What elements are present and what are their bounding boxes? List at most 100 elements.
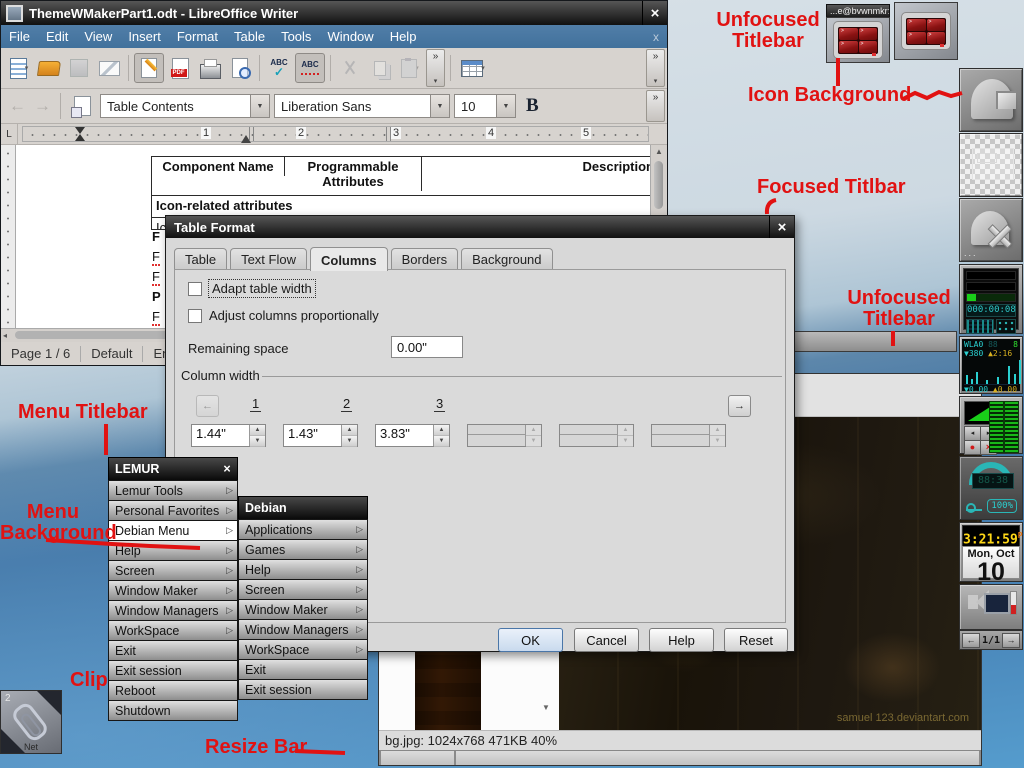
table-dropdown-icon[interactable]: ▾ xyxy=(481,64,485,72)
submenu-item-exit-session[interactable]: Exit session xyxy=(238,679,368,700)
menu-insert[interactable]: Insert xyxy=(120,29,169,44)
clip-next-arrow[interactable] xyxy=(37,691,61,715)
scroll-up-icon[interactable]: ▲ xyxy=(651,145,667,159)
menu-window[interactable]: Window xyxy=(319,29,381,44)
menu-tools[interactable]: Tools xyxy=(273,29,319,44)
column-divider-marker[interactable] xyxy=(249,127,254,141)
menu-item-window-maker[interactable]: Window Maker▷ xyxy=(108,580,238,601)
menu-close-icon[interactable]: × xyxy=(217,462,237,476)
dockapp-av-control[interactable] xyxy=(959,584,1023,630)
submenu-item-exit[interactable]: Exit xyxy=(238,659,368,680)
record-button[interactable]: ● xyxy=(964,440,981,455)
open-button[interactable] xyxy=(35,54,63,82)
toolbar-overflow-button-3[interactable]: » xyxy=(646,90,665,122)
vertical-ruler[interactable] xyxy=(1,145,16,328)
combo-arrow-icon[interactable]: ▼ xyxy=(250,95,269,117)
menu-item-window-managers[interactable]: Window Managers▷ xyxy=(108,600,238,621)
tab-columns[interactable]: Columns xyxy=(310,247,388,271)
adjust-columns-checkbox[interactable] xyxy=(188,309,202,323)
bold-button[interactable]: B xyxy=(520,95,545,117)
help-button[interactable]: Help xyxy=(649,628,714,652)
email-button[interactable] xyxy=(95,54,123,82)
paste-button[interactable]: ▾ xyxy=(396,54,424,82)
menu-item-lemur-tools[interactable]: Lemur Tools▷ xyxy=(108,480,238,501)
edit-mode-button[interactable] xyxy=(134,53,164,83)
spellcheck-button[interactable]: ABC✓ xyxy=(265,54,293,82)
print-preview-button[interactable] xyxy=(226,54,254,82)
menu-table[interactable]: Table xyxy=(226,29,273,44)
column-divider-marker[interactable] xyxy=(386,127,391,141)
combo-arrow-icon[interactable]: ▼ xyxy=(430,95,449,117)
dock-empty-slot-tile[interactable] xyxy=(959,133,1023,197)
styles-button[interactable] xyxy=(68,92,96,120)
dock-tools-tile[interactable]: ... xyxy=(959,198,1023,262)
scroll-left-icon[interactable]: ◂ xyxy=(3,329,7,342)
dockapp-clock[interactable]: 3:21:59P Mon, Oct 10 xyxy=(959,522,1023,582)
dock-gnustep-tile[interactable] xyxy=(959,68,1023,132)
tab-table[interactable]: Table xyxy=(174,248,227,270)
workspace-clip[interactable]: 2 Net xyxy=(0,690,62,754)
columns-scroll-right-button[interactable]: → xyxy=(728,395,751,417)
page-style-indicator[interactable]: Default xyxy=(81,346,143,362)
tab-text-flow[interactable]: Text Flow xyxy=(230,248,307,270)
speaker-icon[interactable] xyxy=(968,595,978,609)
indent-marker-icon[interactable] xyxy=(75,127,85,134)
submenu-item-window-managers[interactable]: Window Managers▷ xyxy=(238,619,368,640)
ok-button[interactable]: OK xyxy=(498,628,563,652)
resize-handle[interactable] xyxy=(454,751,456,765)
column-2-width-field[interactable]: 1.43" ▲▼ xyxy=(283,424,358,447)
columns-scroll-left-button[interactable]: ← xyxy=(196,395,219,417)
cancel-button[interactable]: Cancel xyxy=(574,628,639,652)
combo-arrow-icon[interactable]: ▼ xyxy=(496,95,515,117)
print-button[interactable] xyxy=(196,54,224,82)
brightness-slider[interactable] xyxy=(1010,591,1017,615)
pager-next-button[interactable]: → xyxy=(1002,633,1020,648)
reset-button[interactable]: Reset xyxy=(724,628,788,652)
font-size-combo[interactable]: 10 ▼ xyxy=(454,94,516,118)
menu-item-workspace[interactable]: WorkSpace▷ xyxy=(108,620,238,641)
insert-table-button[interactable]: ▾ xyxy=(456,54,490,82)
export-pdf-button[interactable]: PDF xyxy=(166,54,194,82)
vscroll-thumb[interactable] xyxy=(654,161,663,209)
back-arrow-icon[interactable]: ← xyxy=(7,96,28,116)
menu-edit[interactable]: Edit xyxy=(38,29,76,44)
dockapp-timer[interactable]: 000:00:08 xyxy=(959,264,1023,334)
adapt-table-width-checkbox[interactable] xyxy=(188,282,202,296)
menu-item-screen[interactable]: Screen▷ xyxy=(108,560,238,581)
submenu-item-games[interactable]: Games▷ xyxy=(238,539,368,560)
menu-item-personal-favorites[interactable]: Personal Favorites▷ xyxy=(108,500,238,521)
toolbar-overflow-button[interactable]: »▾ xyxy=(426,49,445,87)
copy-button[interactable] xyxy=(366,54,394,82)
menu-item-debian-menu[interactable]: Debian Menu▷ xyxy=(108,520,238,541)
dockapp-pager[interactable]: ← 1/1 → xyxy=(959,630,1023,650)
canvas-dropdown-arrow-icon[interactable]: ▼ xyxy=(542,703,550,712)
submenu-item-window-maker[interactable]: Window Maker▷ xyxy=(238,599,368,620)
forward-arrow-icon[interactable]: → xyxy=(32,96,53,116)
viewer-resize-bar[interactable] xyxy=(379,750,981,765)
spinner[interactable]: ▲▼ xyxy=(341,425,357,446)
dialog-close-button[interactable]: × xyxy=(769,216,794,238)
document-close-icon[interactable]: x xyxy=(645,30,667,44)
terminal-icon[interactable]: > > > > xyxy=(894,2,958,60)
menu-item-exit[interactable]: Exit xyxy=(108,640,238,661)
menu-item-help[interactable]: Help▷ xyxy=(108,540,238,561)
menu-help[interactable]: Help xyxy=(382,29,425,44)
cut-button[interactable] xyxy=(336,54,364,82)
dockapp-wireless-monitor[interactable]: WLA0 888 ▼380 ▲2:16 ▼0.00 ▲0.00 xyxy=(959,336,1023,394)
menu-view[interactable]: View xyxy=(76,29,120,44)
window-menu-icon[interactable] xyxy=(6,5,23,22)
menu-item-reboot[interactable]: Reboot xyxy=(108,680,238,701)
submenu-titlebar[interactable]: Debian xyxy=(238,496,368,520)
dockapp-mixer[interactable]: ◂ ▸ ● × xyxy=(959,396,1023,454)
dialog-titlebar[interactable]: Table Format × xyxy=(166,216,794,238)
tab-selector[interactable]: L xyxy=(1,124,18,144)
monitor-icon[interactable] xyxy=(984,593,1010,614)
autospellcheck-button[interactable]: ABC xyxy=(295,53,325,83)
remaining-space-field[interactable]: 0.00" xyxy=(391,336,463,358)
dockapp-battery[interactable]: 88:38 100% xyxy=(959,456,1023,520)
horizontal-ruler[interactable]: 1 2 3 4 5 xyxy=(22,126,649,142)
column-1-width-field[interactable]: 1.44" ▲▼ xyxy=(191,424,266,447)
close-button[interactable]: × xyxy=(642,1,667,25)
submenu-item-help[interactable]: Help▷ xyxy=(238,559,368,580)
submenu-item-applications[interactable]: Applications▷ xyxy=(238,519,368,540)
